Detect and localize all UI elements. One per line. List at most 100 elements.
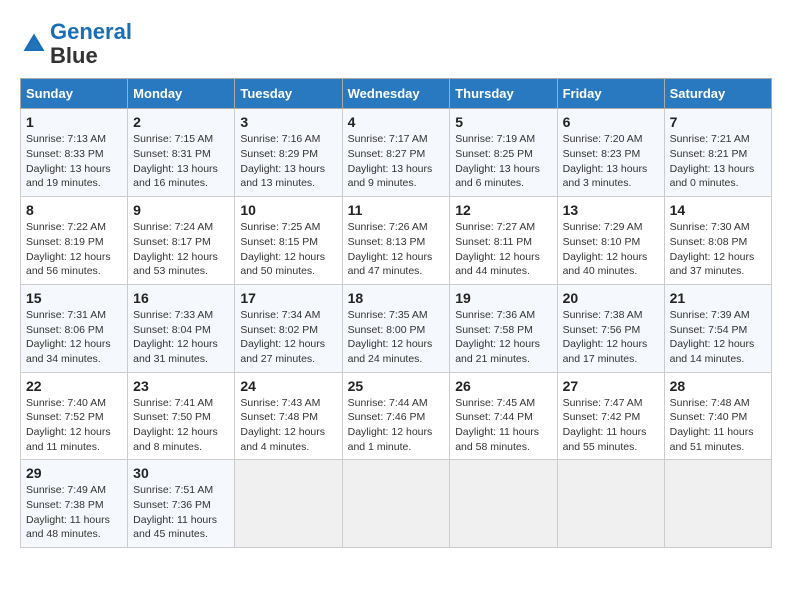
calendar-week-3: 15 Sunrise: 7:31 AM Sunset: 8:06 PM Dayl… [21, 284, 772, 372]
day-number: 18 [348, 290, 445, 306]
day-number: 25 [348, 378, 445, 394]
day-info: Sunrise: 7:19 AM Sunset: 8:25 PM Dayligh… [455, 132, 551, 191]
day-info: Sunrise: 7:15 AM Sunset: 8:31 PM Dayligh… [133, 132, 229, 191]
calendar-table: SundayMondayTuesdayWednesdayThursdayFrid… [20, 78, 772, 548]
empty-cell [664, 460, 771, 548]
weekday-header-saturday: Saturday [664, 79, 771, 109]
day-number: 1 [26, 114, 122, 130]
day-number: 5 [455, 114, 551, 130]
day-cell-6: 6 Sunrise: 7:20 AM Sunset: 8:23 PM Dayli… [557, 109, 664, 197]
day-number: 27 [563, 378, 659, 394]
day-info: Sunrise: 7:31 AM Sunset: 8:06 PM Dayligh… [26, 308, 122, 367]
empty-cell [557, 460, 664, 548]
day-info: Sunrise: 7:29 AM Sunset: 8:10 PM Dayligh… [563, 220, 659, 279]
day-cell-24: 24 Sunrise: 7:43 AM Sunset: 7:48 PM Dayl… [235, 372, 342, 460]
day-cell-30: 30 Sunrise: 7:51 AM Sunset: 7:36 PM Dayl… [128, 460, 235, 548]
weekday-header-monday: Monday [128, 79, 235, 109]
day-info: Sunrise: 7:49 AM Sunset: 7:38 PM Dayligh… [26, 483, 122, 542]
empty-cell [342, 460, 450, 548]
day-info: Sunrise: 7:47 AM Sunset: 7:42 PM Dayligh… [563, 396, 659, 455]
day-cell-21: 21 Sunrise: 7:39 AM Sunset: 7:54 PM Dayl… [664, 284, 771, 372]
day-number: 19 [455, 290, 551, 306]
calendar-week-2: 8 Sunrise: 7:22 AM Sunset: 8:19 PM Dayli… [21, 197, 772, 285]
day-cell-2: 2 Sunrise: 7:15 AM Sunset: 8:31 PM Dayli… [128, 109, 235, 197]
day-info: Sunrise: 7:27 AM Sunset: 8:11 PM Dayligh… [455, 220, 551, 279]
day-number: 29 [26, 465, 122, 481]
empty-cell [450, 460, 557, 548]
day-info: Sunrise: 7:13 AM Sunset: 8:33 PM Dayligh… [26, 132, 122, 191]
day-cell-27: 27 Sunrise: 7:47 AM Sunset: 7:42 PM Dayl… [557, 372, 664, 460]
day-info: Sunrise: 7:25 AM Sunset: 8:15 PM Dayligh… [240, 220, 336, 279]
calendar-week-1: 1 Sunrise: 7:13 AM Sunset: 8:33 PM Dayli… [21, 109, 772, 197]
day-number: 22 [26, 378, 122, 394]
day-info: Sunrise: 7:48 AM Sunset: 7:40 PM Dayligh… [670, 396, 766, 455]
day-number: 8 [26, 202, 122, 218]
day-info: Sunrise: 7:36 AM Sunset: 7:58 PM Dayligh… [455, 308, 551, 367]
day-info: Sunrise: 7:41 AM Sunset: 7:50 PM Dayligh… [133, 396, 229, 455]
day-cell-29: 29 Sunrise: 7:49 AM Sunset: 7:38 PM Dayl… [21, 460, 128, 548]
day-cell-4: 4 Sunrise: 7:17 AM Sunset: 8:27 PM Dayli… [342, 109, 450, 197]
logo: GeneralBlue [20, 20, 132, 68]
day-cell-20: 20 Sunrise: 7:38 AM Sunset: 7:56 PM Dayl… [557, 284, 664, 372]
day-info: Sunrise: 7:40 AM Sunset: 7:52 PM Dayligh… [26, 396, 122, 455]
day-cell-23: 23 Sunrise: 7:41 AM Sunset: 7:50 PM Dayl… [128, 372, 235, 460]
day-info: Sunrise: 7:39 AM Sunset: 7:54 PM Dayligh… [670, 308, 766, 367]
day-cell-14: 14 Sunrise: 7:30 AM Sunset: 8:08 PM Dayl… [664, 197, 771, 285]
day-number: 14 [670, 202, 766, 218]
day-info: Sunrise: 7:22 AM Sunset: 8:19 PM Dayligh… [26, 220, 122, 279]
day-info: Sunrise: 7:21 AM Sunset: 8:21 PM Dayligh… [670, 132, 766, 191]
day-cell-11: 11 Sunrise: 7:26 AM Sunset: 8:13 PM Dayl… [342, 197, 450, 285]
logo-text: GeneralBlue [50, 20, 132, 68]
day-number: 28 [670, 378, 766, 394]
day-cell-26: 26 Sunrise: 7:45 AM Sunset: 7:44 PM Dayl… [450, 372, 557, 460]
day-info: Sunrise: 7:43 AM Sunset: 7:48 PM Dayligh… [240, 396, 336, 455]
day-cell-15: 15 Sunrise: 7:31 AM Sunset: 8:06 PM Dayl… [21, 284, 128, 372]
weekday-header-sunday: Sunday [21, 79, 128, 109]
day-info: Sunrise: 7:30 AM Sunset: 8:08 PM Dayligh… [670, 220, 766, 279]
logo-icon [20, 30, 48, 58]
day-cell-12: 12 Sunrise: 7:27 AM Sunset: 8:11 PM Dayl… [450, 197, 557, 285]
weekday-header-friday: Friday [557, 79, 664, 109]
day-cell-5: 5 Sunrise: 7:19 AM Sunset: 8:25 PM Dayli… [450, 109, 557, 197]
day-number: 11 [348, 202, 445, 218]
day-number: 20 [563, 290, 659, 306]
day-info: Sunrise: 7:24 AM Sunset: 8:17 PM Dayligh… [133, 220, 229, 279]
day-number: 13 [563, 202, 659, 218]
day-number: 7 [670, 114, 766, 130]
day-info: Sunrise: 7:17 AM Sunset: 8:27 PM Dayligh… [348, 132, 445, 191]
day-info: Sunrise: 7:45 AM Sunset: 7:44 PM Dayligh… [455, 396, 551, 455]
empty-cell [235, 460, 342, 548]
calendar-body: 1 Sunrise: 7:13 AM Sunset: 8:33 PM Dayli… [21, 109, 772, 548]
day-cell-7: 7 Sunrise: 7:21 AM Sunset: 8:21 PM Dayli… [664, 109, 771, 197]
day-cell-16: 16 Sunrise: 7:33 AM Sunset: 8:04 PM Dayl… [128, 284, 235, 372]
day-number: 12 [455, 202, 551, 218]
day-number: 15 [26, 290, 122, 306]
day-number: 3 [240, 114, 336, 130]
day-number: 10 [240, 202, 336, 218]
day-cell-25: 25 Sunrise: 7:44 AM Sunset: 7:46 PM Dayl… [342, 372, 450, 460]
day-number: 6 [563, 114, 659, 130]
day-number: 21 [670, 290, 766, 306]
day-number: 23 [133, 378, 229, 394]
day-number: 26 [455, 378, 551, 394]
page-header: GeneralBlue [20, 20, 772, 68]
day-number: 4 [348, 114, 445, 130]
calendar-week-4: 22 Sunrise: 7:40 AM Sunset: 7:52 PM Dayl… [21, 372, 772, 460]
calendar-header: SundayMondayTuesdayWednesdayThursdayFrid… [21, 79, 772, 109]
day-info: Sunrise: 7:44 AM Sunset: 7:46 PM Dayligh… [348, 396, 445, 455]
day-number: 16 [133, 290, 229, 306]
day-info: Sunrise: 7:16 AM Sunset: 8:29 PM Dayligh… [240, 132, 336, 191]
day-number: 17 [240, 290, 336, 306]
day-cell-10: 10 Sunrise: 7:25 AM Sunset: 8:15 PM Dayl… [235, 197, 342, 285]
day-cell-13: 13 Sunrise: 7:29 AM Sunset: 8:10 PM Dayl… [557, 197, 664, 285]
day-cell-8: 8 Sunrise: 7:22 AM Sunset: 8:19 PM Dayli… [21, 197, 128, 285]
day-info: Sunrise: 7:26 AM Sunset: 8:13 PM Dayligh… [348, 220, 445, 279]
day-number: 30 [133, 465, 229, 481]
day-info: Sunrise: 7:34 AM Sunset: 8:02 PM Dayligh… [240, 308, 336, 367]
day-cell-22: 22 Sunrise: 7:40 AM Sunset: 7:52 PM Dayl… [21, 372, 128, 460]
day-number: 2 [133, 114, 229, 130]
day-number: 24 [240, 378, 336, 394]
day-cell-19: 19 Sunrise: 7:36 AM Sunset: 7:58 PM Dayl… [450, 284, 557, 372]
weekday-header-tuesday: Tuesday [235, 79, 342, 109]
day-cell-28: 28 Sunrise: 7:48 AM Sunset: 7:40 PM Dayl… [664, 372, 771, 460]
